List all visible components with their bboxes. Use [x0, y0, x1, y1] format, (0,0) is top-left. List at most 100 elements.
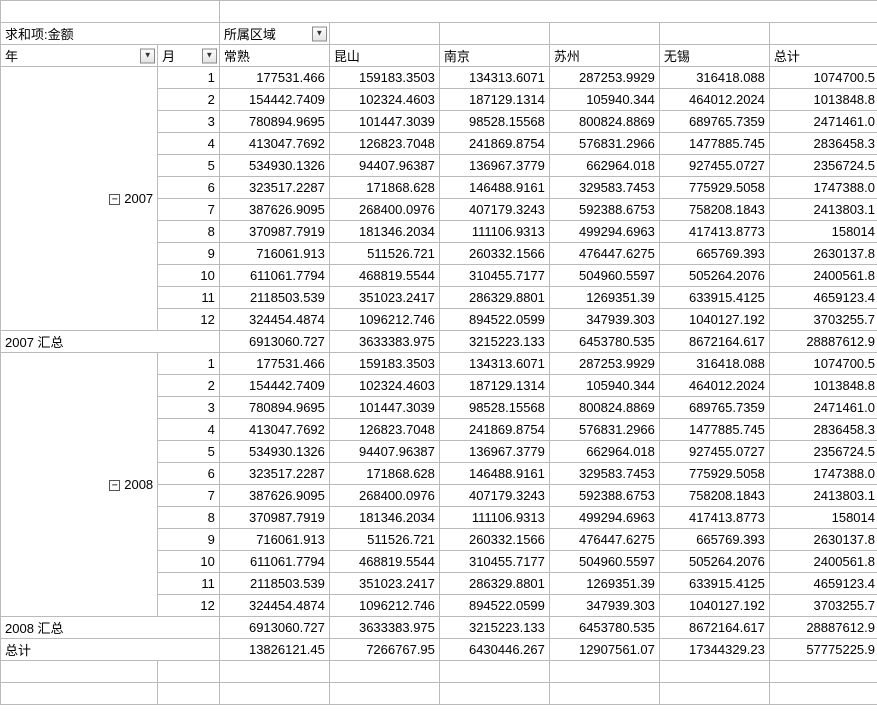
- data-cell[interactable]: 154442.7409: [219, 375, 329, 397]
- data-cell[interactable]: 105940.344: [549, 375, 659, 397]
- data-cell[interactable]: 351023.2417: [329, 287, 439, 309]
- data-cell[interactable]: 159183.3503: [329, 353, 439, 375]
- data-cell[interactable]: 464012.2024: [659, 89, 769, 111]
- data-cell[interactable]: 102324.4603: [329, 89, 439, 111]
- data-cell[interactable]: 177531.466: [219, 67, 329, 89]
- data-cell[interactable]: 592388.6753: [549, 485, 659, 507]
- row-total-cell[interactable]: 4659123.4: [769, 573, 877, 595]
- data-cell[interactable]: 146488.9161: [439, 463, 549, 485]
- data-cell[interactable]: 324454.4874: [219, 595, 329, 617]
- data-cell[interactable]: 351023.2417: [329, 573, 439, 595]
- month-cell[interactable]: 4: [158, 133, 220, 155]
- grand-total-label[interactable]: 总计: [1, 639, 220, 661]
- data-cell[interactable]: 111106.9313: [439, 221, 549, 243]
- year-cell[interactable]: −2008: [1, 353, 158, 617]
- region-header[interactable]: 苏州: [549, 45, 659, 67]
- data-cell[interactable]: 323517.2287: [219, 177, 329, 199]
- year-subtotal-cell[interactable]: 28887612.9: [769, 331, 877, 353]
- data-cell[interactable]: 464012.2024: [659, 375, 769, 397]
- data-cell[interactable]: 154442.7409: [219, 89, 329, 111]
- row-total-cell[interactable]: 2630137.8: [769, 529, 877, 551]
- data-cell[interactable]: 287253.9929: [549, 353, 659, 375]
- data-cell[interactable]: 633915.4125: [659, 287, 769, 309]
- data-cell[interactable]: 329583.7453: [549, 463, 659, 485]
- column-field-label[interactable]: 所属区域▼: [219, 23, 329, 45]
- data-cell[interactable]: 775929.5058: [659, 177, 769, 199]
- data-cell[interactable]: 260332.1566: [439, 243, 549, 265]
- data-cell[interactable]: 310455.7177: [439, 265, 549, 287]
- year-subtotal-cell[interactable]: 3633383.975: [329, 617, 439, 639]
- month-cell[interactable]: 11: [158, 573, 220, 595]
- grand-total-cell[interactable]: 17344329.23: [659, 639, 769, 661]
- data-cell[interactable]: 505264.2076: [659, 265, 769, 287]
- row-total-cell[interactable]: 2836458.3: [769, 419, 877, 441]
- row-total-cell[interactable]: 1747388.0: [769, 177, 877, 199]
- data-cell[interactable]: 101447.3039: [329, 111, 439, 133]
- data-cell[interactable]: 927455.0727: [659, 155, 769, 177]
- row-total-cell[interactable]: 3703255.7: [769, 309, 877, 331]
- data-cell[interactable]: 758208.1843: [659, 485, 769, 507]
- data-cell[interactable]: 329583.7453: [549, 177, 659, 199]
- data-cell[interactable]: 662964.018: [549, 155, 659, 177]
- data-cell[interactable]: 323517.2287: [219, 463, 329, 485]
- month-cell[interactable]: 5: [158, 155, 220, 177]
- month-cell[interactable]: 1: [158, 67, 220, 89]
- data-cell[interactable]: 476447.6275: [549, 529, 659, 551]
- region-header[interactable]: 南京: [439, 45, 549, 67]
- data-cell[interactable]: 927455.0727: [659, 441, 769, 463]
- row-total-cell[interactable]: 1074700.5: [769, 353, 877, 375]
- data-cell[interactable]: 1096212.746: [329, 595, 439, 617]
- month-cell[interactable]: 8: [158, 507, 220, 529]
- data-cell[interactable]: 387626.9095: [219, 485, 329, 507]
- data-cell[interactable]: 417413.8773: [659, 507, 769, 529]
- data-cell[interactable]: 407179.3243: [439, 199, 549, 221]
- data-cell[interactable]: 2118503.539: [219, 287, 329, 309]
- row-total-cell[interactable]: 1013848.8: [769, 375, 877, 397]
- data-cell[interactable]: 780894.9695: [219, 397, 329, 419]
- grand-total-cell[interactable]: 12907561.07: [549, 639, 659, 661]
- data-cell[interactable]: 499294.6963: [549, 221, 659, 243]
- data-cell[interactable]: 187129.1314: [439, 375, 549, 397]
- month-cell[interactable]: 3: [158, 111, 220, 133]
- data-cell[interactable]: 511526.721: [329, 529, 439, 551]
- data-cell[interactable]: 413047.7692: [219, 133, 329, 155]
- data-cell[interactable]: 370987.7919: [219, 507, 329, 529]
- data-cell[interactable]: 146488.9161: [439, 177, 549, 199]
- data-cell[interactable]: 187129.1314: [439, 89, 549, 111]
- data-cell[interactable]: 98528.15568: [439, 397, 549, 419]
- month-cell[interactable]: 7: [158, 485, 220, 507]
- month-cell[interactable]: 9: [158, 529, 220, 551]
- year-subtotal-label[interactable]: 2008 汇总: [1, 617, 220, 639]
- data-cell[interactable]: 592388.6753: [549, 199, 659, 221]
- month-cell[interactable]: 2: [158, 89, 220, 111]
- data-cell[interactable]: 94407.96387: [329, 155, 439, 177]
- row-month-label[interactable]: 月▼: [158, 45, 220, 67]
- data-cell[interactable]: 689765.7359: [659, 397, 769, 419]
- data-cell[interactable]: 101447.3039: [329, 397, 439, 419]
- year-subtotal-cell[interactable]: 8672164.617: [659, 617, 769, 639]
- data-cell[interactable]: 347939.303: [549, 595, 659, 617]
- row-total-cell[interactable]: 2413803.1: [769, 485, 877, 507]
- grand-total-cell[interactable]: 7266767.95: [329, 639, 439, 661]
- data-cell[interactable]: 716061.913: [219, 243, 329, 265]
- data-cell[interactable]: 324454.4874: [219, 309, 329, 331]
- data-cell[interactable]: 1477885.745: [659, 419, 769, 441]
- data-cell[interactable]: 758208.1843: [659, 199, 769, 221]
- data-cell[interactable]: 94407.96387: [329, 441, 439, 463]
- data-cell[interactable]: 633915.4125: [659, 573, 769, 595]
- collapse-toggle[interactable]: −: [109, 194, 120, 205]
- month-cell[interactable]: 1: [158, 353, 220, 375]
- grand-total-cell[interactable]: 6430446.267: [439, 639, 549, 661]
- collapse-toggle[interactable]: −: [109, 480, 120, 491]
- data-cell[interactable]: 102324.4603: [329, 375, 439, 397]
- month-cell[interactable]: 12: [158, 309, 220, 331]
- data-cell[interactable]: 1096212.746: [329, 309, 439, 331]
- row-total-cell[interactable]: 2413803.1: [769, 199, 877, 221]
- data-cell[interactable]: 316418.088: [659, 67, 769, 89]
- year-cell[interactable]: −2007: [1, 67, 158, 331]
- data-cell[interactable]: 534930.1326: [219, 155, 329, 177]
- data-cell[interactable]: 310455.7177: [439, 551, 549, 573]
- row-total-cell[interactable]: 2356724.5: [769, 441, 877, 463]
- row-total-cell[interactable]: 2836458.3: [769, 133, 877, 155]
- row-total-cell[interactable]: 2471461.0: [769, 397, 877, 419]
